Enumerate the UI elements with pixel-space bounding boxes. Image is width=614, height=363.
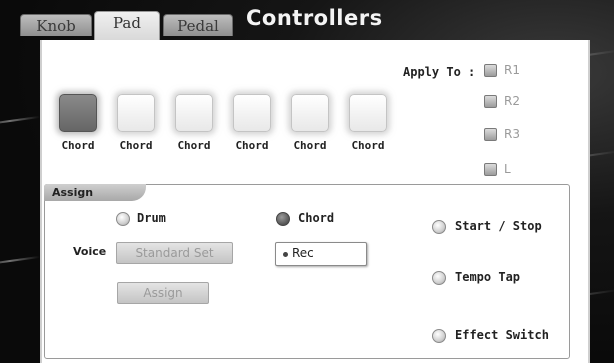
pad-label: Chord: [177, 139, 211, 152]
rec-button[interactable]: Rec: [275, 242, 367, 266]
rec-label: Rec: [292, 246, 314, 260]
apply-item-label: L: [504, 162, 511, 176]
voice-select-button[interactable]: Standard Set: [116, 242, 233, 264]
effect-switch-radio[interactable]: [432, 329, 446, 343]
drum-radio[interactable]: [116, 212, 130, 226]
tab-pad[interactable]: Pad: [94, 11, 160, 41]
voice-label: Voice: [73, 245, 107, 258]
apply-item-label: R2: [504, 94, 520, 108]
page-title: Controllers: [246, 6, 383, 30]
checkbox-icon: [484, 163, 497, 176]
record-icon: [283, 252, 288, 257]
background-streak: [0, 255, 40, 267]
tempo-tap-radio[interactable]: [432, 271, 446, 285]
tab-bar: Knob Pad Pedal Controllers: [0, 0, 614, 41]
apply-item-label: R1: [504, 63, 520, 77]
tempo-tap-label: Tempo Tap: [455, 270, 521, 284]
pad-label: Chord: [61, 139, 95, 152]
drum-label: Drum: [137, 211, 166, 225]
background-streak: [0, 115, 40, 127]
start-stop-radio[interactable]: [432, 220, 446, 234]
pad-6[interactable]: [349, 94, 387, 132]
assign-button[interactable]: Assign: [117, 282, 209, 304]
assign-section-label: Assign: [44, 184, 146, 201]
tab-knob[interactable]: Knob: [20, 14, 92, 36]
pad-2[interactable]: [117, 94, 155, 132]
pad-1[interactable]: [59, 94, 97, 132]
tab-pedal[interactable]: Pedal: [163, 14, 233, 36]
start-stop-label: Start / Stop: [455, 219, 542, 233]
chord-label: Chord: [298, 211, 335, 225]
screen: Knob Pad Pedal Controllers Apply To : R1…: [0, 0, 614, 363]
pad-label: Chord: [119, 139, 153, 152]
effect-switch-label: Effect Switch: [455, 328, 549, 342]
apply-to-label: Apply To :: [403, 65, 476, 79]
checkbox-icon: [484, 95, 497, 108]
checkbox-icon: [484, 64, 497, 77]
pad-4[interactable]: [233, 94, 271, 132]
pad-label: Chord: [235, 139, 269, 152]
checkbox-icon: [484, 128, 497, 141]
pad-label: Chord: [293, 139, 327, 152]
chord-radio[interactable]: [276, 212, 290, 226]
pad-label: Chord: [351, 139, 385, 152]
apply-item-label: R3: [504, 127, 520, 141]
pad-5[interactable]: [291, 94, 329, 132]
pad-3[interactable]: [175, 94, 213, 132]
